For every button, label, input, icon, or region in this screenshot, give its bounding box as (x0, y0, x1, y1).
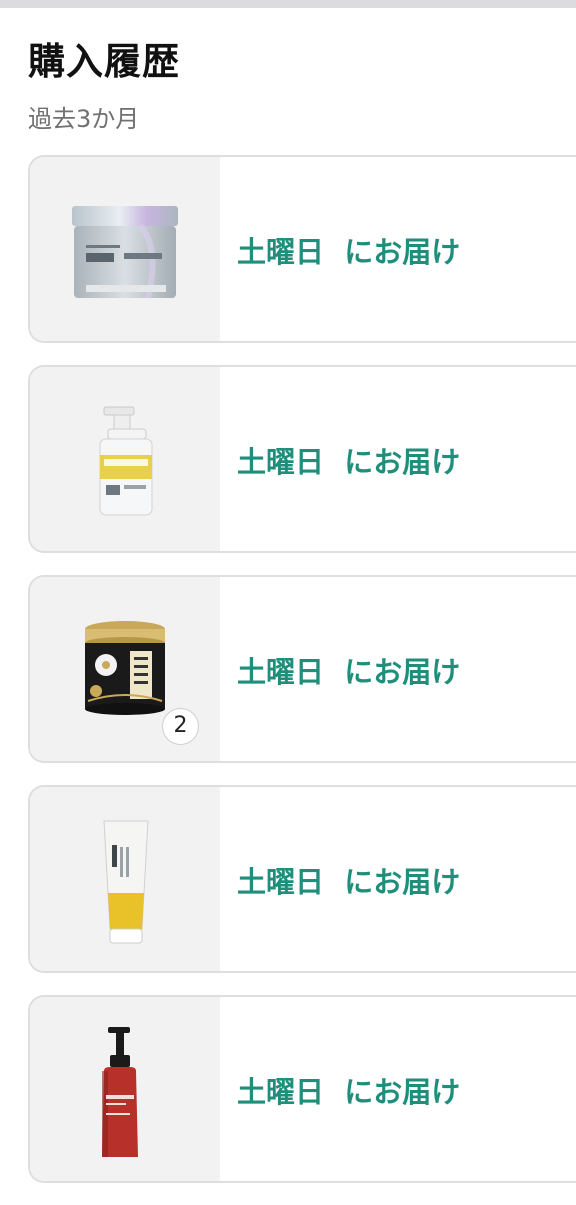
product-thumbnail: 2 (30, 577, 220, 761)
delivery-status: 土曜日 にお届け (237, 865, 461, 899)
order-card[interactable]: 2 土曜日 にお届け (28, 575, 576, 763)
page-title: 購入履歴 (28, 40, 180, 83)
hair-mask-jar-icon (72, 206, 178, 299)
delivery-status: 土曜日 にお届け (237, 235, 461, 269)
product-thumbnail (30, 157, 220, 341)
delivery-status: 土曜日 にお届け (237, 1075, 461, 1109)
cream-tube-icon (103, 820, 149, 944)
order-list: 土曜日 にお届け 土曜日 にお届け 2 土曜日 にお届け 土曜日 にお届け 土曜… (28, 155, 576, 1205)
order-card[interactable]: 土曜日 にお届け (28, 365, 576, 553)
lotion-pump-bottle-icon (102, 1027, 138, 1157)
quantity-badge: 2 (162, 708, 199, 745)
product-thumbnail (30, 787, 220, 971)
product-thumbnail (30, 997, 220, 1181)
order-card[interactable]: 土曜日 にお届け (28, 785, 576, 973)
delivery-status: 土曜日 にお届け (237, 445, 461, 479)
order-card[interactable]: 土曜日 にお届け (28, 155, 576, 343)
body-wash-pump-bottle-icon (99, 406, 153, 516)
top-status-strip (0, 0, 576, 8)
period-subtitle: 過去3か月 (28, 105, 140, 133)
order-card[interactable]: 土曜日 にお届け (28, 995, 576, 1183)
delivery-status: 土曜日 にお届け (237, 655, 461, 689)
product-thumbnail (30, 367, 220, 551)
